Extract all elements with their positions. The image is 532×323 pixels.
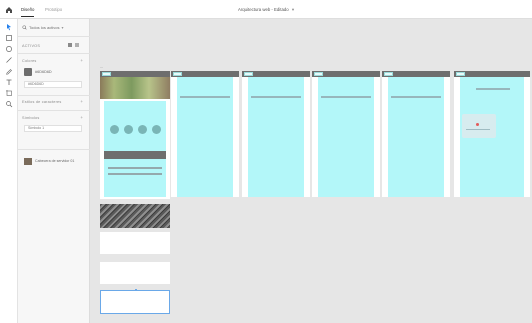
chevron-down-icon: ▾	[291, 7, 294, 12]
logo-placeholder	[314, 72, 323, 76]
char-styles-section-title[interactable]: Estilos de caracteres	[22, 100, 61, 104]
ellipse-icon[interactable]	[5, 45, 13, 53]
symbol-name-field[interactable]: Símbolo 1	[24, 125, 82, 132]
feature-circle	[152, 125, 161, 134]
selected-artboard[interactable]	[100, 289, 170, 314]
color-swatch[interactable]	[24, 68, 32, 76]
colors-section-title[interactable]: Colores	[22, 59, 36, 63]
logo-placeholder	[384, 72, 393, 76]
hero-image[interactable]	[100, 77, 170, 99]
document-title[interactable]: Arquitectura web - Editado ▾	[0, 7, 532, 13]
text-row	[108, 167, 162, 169]
nav-row	[476, 88, 510, 90]
search-icon	[22, 24, 27, 30]
assets-filter[interactable]: Todos los activos ▾	[22, 23, 84, 31]
logo-placeholder	[102, 72, 111, 76]
map-road	[466, 129, 490, 130]
artboard-body	[388, 77, 444, 197]
artboard-gutter	[233, 77, 239, 197]
divider	[18, 149, 90, 150]
artboard-gutter	[374, 77, 380, 197]
symbol-thumbnail-label: Cabecera de servidor 01	[35, 159, 75, 163]
artboard-gutter	[304, 77, 310, 197]
artboard-gutter	[171, 77, 177, 197]
assets-title: ACTIVOS	[22, 44, 41, 48]
blank-artboard[interactable]	[100, 232, 170, 254]
add-char-style-button[interactable]: +	[80, 99, 83, 104]
zoom-icon[interactable]	[5, 100, 13, 108]
artboard[interactable]	[242, 71, 310, 197]
add-symbol-button[interactable]: +	[80, 115, 83, 120]
nav-row	[321, 96, 371, 98]
artboard-body	[248, 77, 304, 197]
color-name-field[interactable]: #6D6D6D	[24, 81, 82, 88]
text-row	[108, 173, 162, 175]
logo-placeholder	[456, 72, 465, 76]
content-area	[104, 101, 166, 197]
divider	[18, 95, 90, 96]
artboard-label: —	[100, 65, 103, 69]
artboard-body	[177, 77, 233, 197]
grid-view-icon[interactable]	[68, 43, 72, 47]
symbols-section-title[interactable]: Símbolos	[22, 116, 39, 120]
artboard-gutter	[382, 77, 388, 197]
top-bar: Diseño Prototipo Arquitectura web - Edit…	[0, 0, 532, 19]
list-view-icon[interactable]	[75, 43, 79, 47]
nav-row	[391, 96, 441, 98]
rectangle-icon[interactable]	[5, 34, 13, 42]
artboard-body	[318, 77, 374, 197]
document-title-text: Arquitectura web - Editado	[237, 7, 289, 12]
nav-row	[180, 96, 230, 98]
assets-panel: Todos los activos ▾ ACTIVOS Colores + #6…	[18, 19, 90, 323]
divider	[18, 36, 90, 37]
add-color-button[interactable]: +	[80, 58, 83, 63]
artboard[interactable]	[171, 71, 239, 197]
map-placeholder	[462, 114, 496, 138]
color-swatch-label: #6D6D6D	[35, 70, 52, 74]
artboard-icon[interactable]	[5, 89, 13, 97]
feature-circle	[110, 125, 119, 134]
feature-circle	[138, 125, 147, 134]
artboard-body[interactable]	[100, 99, 170, 199]
tool-bar	[0, 19, 18, 323]
section-divider	[104, 151, 166, 159]
selection-handle[interactable]	[135, 289, 137, 291]
blank-artboard[interactable]	[100, 262, 170, 284]
pen-icon[interactable]	[5, 67, 13, 75]
map-pin-icon	[476, 123, 479, 126]
artboard-gutter	[454, 77, 460, 197]
divider	[18, 110, 90, 111]
artboard-gutter	[242, 77, 248, 197]
feature-circle	[124, 125, 133, 134]
text-icon[interactable]	[5, 78, 13, 86]
artboard-gutter	[524, 77, 530, 197]
artboard[interactable]	[312, 71, 380, 197]
line-icon[interactable]	[5, 56, 13, 64]
divider	[18, 53, 90, 54]
chevron-down-icon: ▾	[61, 24, 64, 30]
view-toggle[interactable]	[68, 43, 79, 47]
artboard[interactable]	[382, 71, 450, 197]
artboard-gutter	[312, 77, 318, 197]
artboard-gutter	[444, 77, 450, 197]
assets-filter-label: Todos los activos	[29, 24, 60, 30]
logo-placeholder	[173, 72, 182, 76]
symbol-thumbnail[interactable]	[24, 158, 32, 165]
select-arrow-icon[interactable]	[5, 23, 13, 31]
nav-row	[251, 96, 301, 98]
design-canvas[interactable]: —	[90, 19, 532, 323]
logo-placeholder	[244, 72, 253, 76]
gallery-image[interactable]	[100, 204, 170, 228]
